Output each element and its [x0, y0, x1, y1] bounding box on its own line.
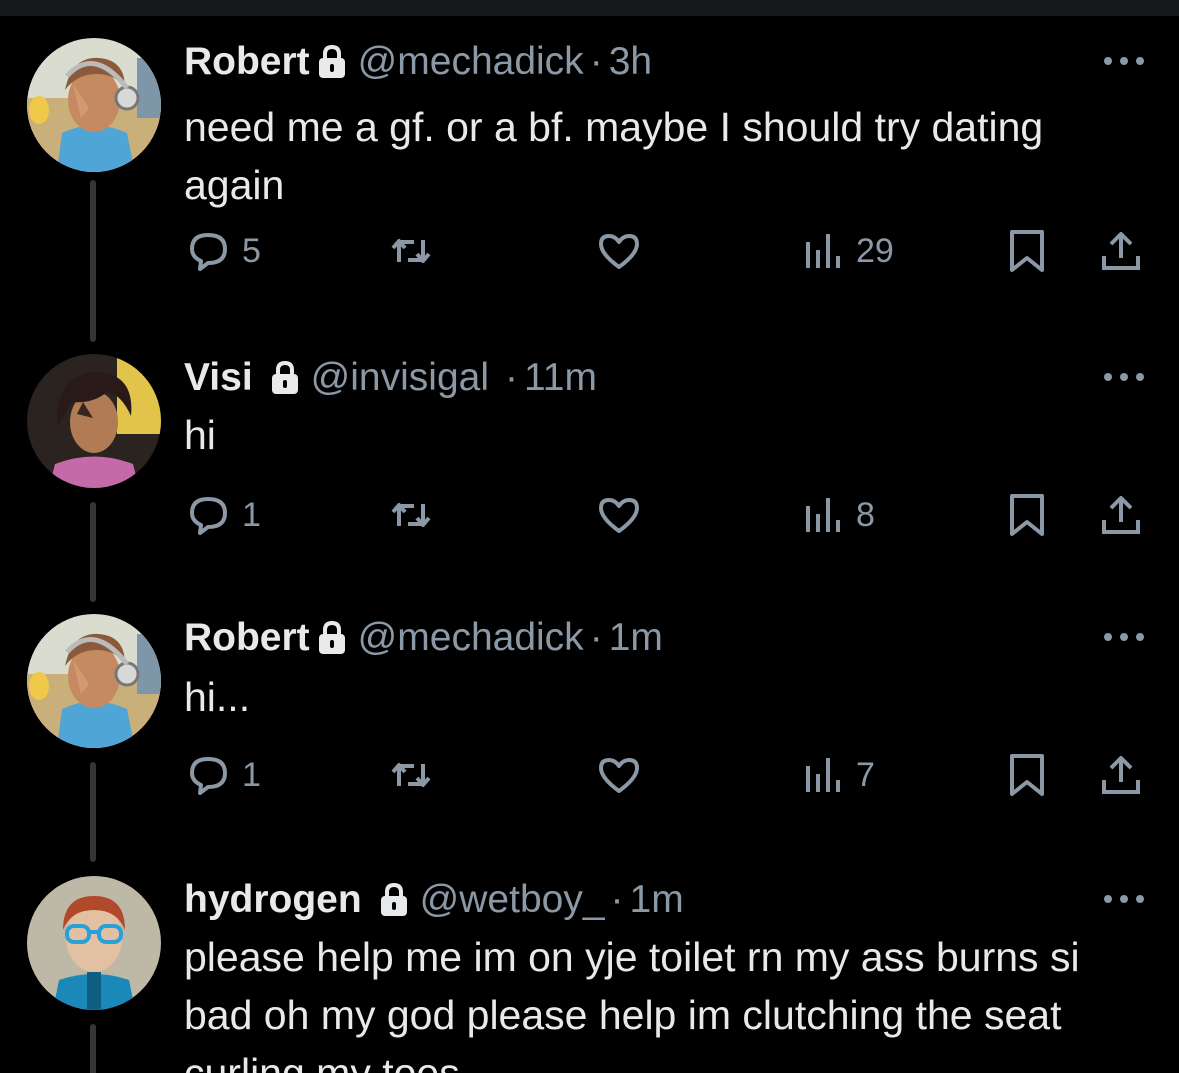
- reply-button[interactable]: 1: [186, 490, 261, 540]
- handle[interactable]: @mechadick: [358, 40, 584, 84]
- more-icon[interactable]: [1098, 884, 1150, 914]
- separator-dot: ·: [505, 356, 518, 399]
- lock-icon: [316, 44, 348, 80]
- display-name[interactable]: Robert: [184, 40, 310, 84]
- tweet-text: need me a gf. or a bf. maybe I should tr…: [184, 104, 1044, 208]
- timestamp[interactable]: 11m: [524, 356, 597, 400]
- share-icon: [1102, 232, 1140, 270]
- lock-icon: [316, 620, 348, 656]
- separator-dot: ·: [589, 616, 603, 659]
- handle[interactable]: @wetboy_: [420, 878, 605, 922]
- tweet-text: please help me im on yje toilet rn my as…: [184, 934, 1080, 1073]
- bookmark-icon: [1010, 754, 1044, 796]
- lock-icon: [378, 882, 410, 918]
- action-bar: 1 7: [0, 750, 1179, 800]
- bookmark-button[interactable]: [1004, 750, 1050, 800]
- retweet-icon: [391, 239, 431, 263]
- heart-icon: [599, 498, 639, 533]
- more-icon[interactable]: [1098, 362, 1150, 392]
- avatar[interactable]: [27, 614, 161, 748]
- reply-button[interactable]: 1: [186, 750, 261, 800]
- tweet[interactable]: hydrogen @wetboy_ · 1m please help me im…: [0, 876, 1179, 1073]
- retweet-icon: [391, 503, 431, 527]
- views-icon: [806, 234, 840, 268]
- action-bar: 5 29: [0, 226, 1179, 276]
- reply-count: 1: [242, 495, 261, 534]
- retweet-icon: [391, 763, 431, 787]
- reply-icon: [190, 757, 227, 795]
- share-button[interactable]: [1098, 490, 1144, 540]
- more-icon[interactable]: [1098, 622, 1150, 652]
- views-icon: [806, 758, 840, 792]
- view-count: 8: [856, 495, 875, 534]
- action-bar: 1 8: [0, 490, 1179, 540]
- top-bar: [0, 0, 1179, 16]
- retweet-button[interactable]: [388, 490, 444, 540]
- timestamp[interactable]: 1m: [609, 616, 663, 660]
- tweet-text: hi...: [184, 674, 251, 720]
- more-icon[interactable]: [1098, 46, 1150, 76]
- views-button[interactable]: 8: [800, 490, 875, 540]
- handle[interactable]: @invisigal: [311, 356, 489, 400]
- separator-dot: ·: [589, 40, 603, 83]
- reply-count: 5: [242, 231, 261, 270]
- reply-button[interactable]: 5: [186, 226, 261, 276]
- bookmark-icon: [1010, 494, 1044, 536]
- view-count: 7: [856, 755, 875, 794]
- timestamp[interactable]: 3h: [609, 40, 652, 84]
- avatar[interactable]: [27, 354, 161, 488]
- like-button[interactable]: [596, 490, 652, 540]
- share-button[interactable]: [1098, 226, 1144, 276]
- tweet-header: Visi @invisigal · 11m: [184, 356, 597, 400]
- timestamp[interactable]: 1m: [630, 878, 684, 922]
- retweet-button[interactable]: [388, 750, 444, 800]
- share-button[interactable]: [1098, 750, 1144, 800]
- view-count: 29: [856, 231, 894, 270]
- tweet-header: hydrogen @wetboy_ · 1m: [184, 878, 684, 922]
- avatar[interactable]: [27, 876, 161, 1010]
- display-name[interactable]: Visi: [184, 356, 253, 400]
- share-icon: [1102, 496, 1140, 534]
- views-button[interactable]: 29: [800, 226, 894, 276]
- reply-icon: [190, 497, 227, 535]
- bookmark-button[interactable]: [1004, 490, 1050, 540]
- like-button[interactable]: [596, 750, 652, 800]
- thread-line: [90, 1024, 96, 1073]
- bookmark-button[interactable]: [1004, 226, 1050, 276]
- reply-icon: [190, 233, 227, 271]
- heart-icon: [599, 758, 639, 793]
- separator-dot: ·: [610, 878, 624, 921]
- tweet-header: Robert @mechadick · 3h: [184, 40, 652, 84]
- retweet-button[interactable]: [388, 226, 444, 276]
- avatar[interactable]: [27, 38, 161, 172]
- share-icon: [1102, 756, 1140, 794]
- bookmark-icon: [1010, 230, 1044, 272]
- tweet-text: hi: [184, 412, 216, 458]
- heart-icon: [599, 234, 639, 269]
- handle[interactable]: @mechadick: [358, 616, 584, 660]
- lock-icon: [269, 360, 301, 396]
- views-button[interactable]: 7: [800, 750, 875, 800]
- display-name[interactable]: Robert: [184, 616, 310, 660]
- display-name[interactable]: hydrogen: [184, 878, 362, 922]
- like-button[interactable]: [596, 226, 652, 276]
- tweet-header: Robert @mechadick · 1m: [184, 616, 663, 660]
- reply-count: 1: [242, 755, 261, 794]
- views-icon: [806, 498, 840, 532]
